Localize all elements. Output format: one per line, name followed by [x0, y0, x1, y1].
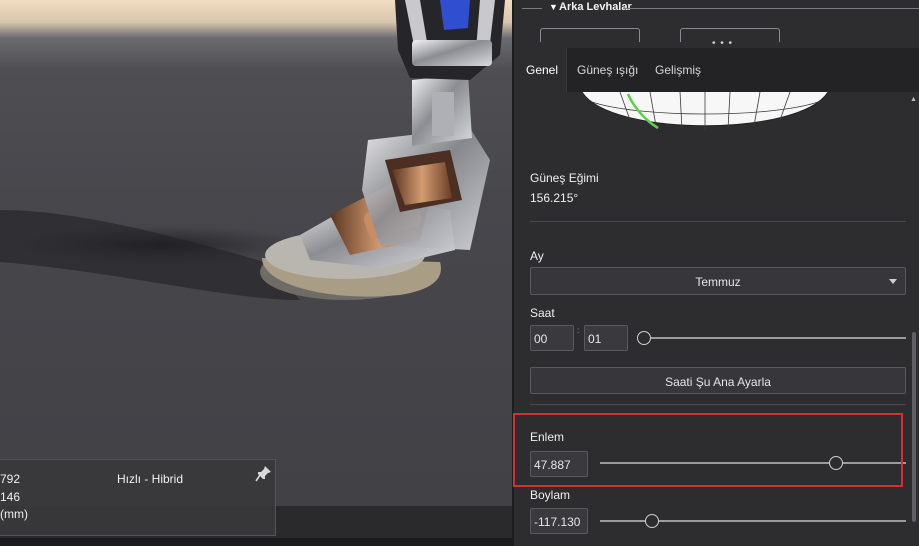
render-info-panel: 792 146 (mm) Hızlı - Hibrid: [0, 459, 276, 536]
render-viewport[interactable]: 792 146 (mm) Hızlı - Hibrid: [0, 0, 512, 546]
section-title: Arka Levhalar: [559, 1, 632, 13]
latitude-field[interactable]: 47.887: [530, 451, 588, 477]
panel-scrollbar-thumb[interactable]: [912, 332, 916, 522]
tab-gelismis[interactable]: Gelişmiş: [655, 48, 725, 92]
time-separator: :: [577, 326, 580, 335]
latitude-slider-handle[interactable]: [828, 456, 843, 470]
render-mode-label: Hızlı - Hibrid: [117, 472, 184, 486]
time-slider-track[interactable]: [644, 337, 906, 339]
hour-field[interactable]: 00: [530, 325, 574, 351]
minute-field[interactable]: 01: [584, 325, 628, 351]
time-slider-handle[interactable]: [637, 331, 651, 345]
longitude-slider-handle[interactable]: [645, 514, 660, 528]
scroll-up-icon[interactable]: ▲: [910, 96, 917, 103]
divider: [530, 404, 906, 405]
divider: [530, 221, 906, 222]
header-rule-left: [522, 8, 542, 9]
viewport-bottom-edge: [0, 538, 512, 546]
info-line-2: 146: [0, 490, 21, 504]
longitude-field[interactable]: -117.130: [530, 508, 588, 534]
latitude-slider-track[interactable]: [600, 462, 906, 464]
section-header-arka-levhalar[interactable]: ▼ Arka Levhalar: [514, 0, 919, 16]
longitude-label: Boylam: [530, 488, 571, 502]
latitude-label: Enlem: [530, 430, 565, 444]
backplate-button-1[interactable]: [540, 28, 640, 42]
caret-down-icon[interactable]: ▼: [549, 2, 558, 12]
sun-position-dial[interactable]: [580, 92, 830, 132]
properties-panel: ▼ Arka Levhalar • • • Genel Güneş ışığı …: [512, 0, 919, 546]
month-label: Ay: [530, 249, 544, 263]
chevron-down-icon: [889, 279, 897, 284]
set-time-now-label: Saati Şu Ana Ayarla: [665, 375, 771, 389]
header-rule-right: [624, 8, 919, 9]
month-select[interactable]: Temmuz: [530, 267, 906, 295]
pin-icon[interactable]: [255, 464, 273, 482]
sun-slope-value: 156.215°: [530, 191, 579, 205]
set-time-now-button[interactable]: Saati Şu Ana Ayarla: [530, 367, 906, 394]
tab-gunes-isigi[interactable]: Güneş ışığı: [577, 48, 647, 92]
tab-bar: Genel Güneş ışığı Gelişmiş: [514, 48, 919, 92]
app-window: 792 146 (mm) Hızlı - Hibrid ▼ Arka Levha…: [0, 0, 919, 546]
month-select-value: Temmuz: [695, 275, 741, 289]
sun-slope-label: Güneş Eğimi: [530, 171, 599, 185]
info-line-1: 792: [0, 472, 21, 486]
time-label: Saat: [530, 306, 555, 320]
info-line-3: (mm): [0, 507, 28, 521]
tab-genel[interactable]: Genel: [514, 48, 567, 92]
